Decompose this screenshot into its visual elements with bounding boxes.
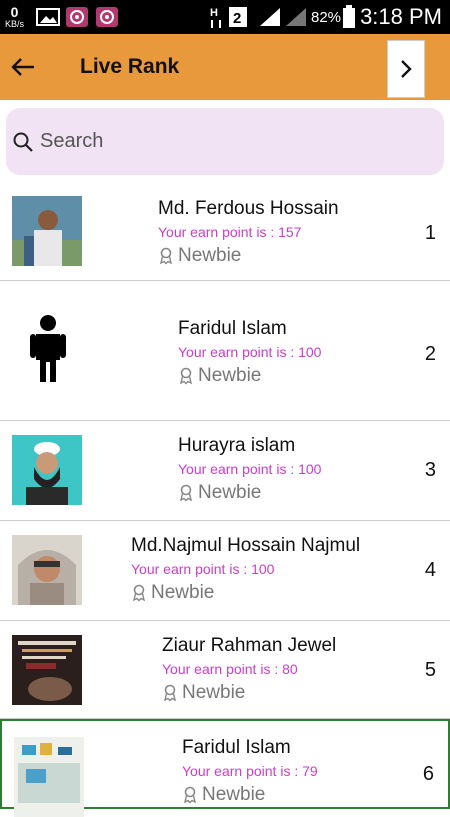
earn-points: Your earn point is : 100	[178, 344, 322, 360]
badge-icon	[163, 684, 177, 702]
search-placeholder: Search	[40, 130, 104, 152]
earn-points: Your earn point is : 157	[158, 224, 302, 240]
battery-icon	[342, 0, 356, 34]
battery-percent: 82%	[311, 8, 342, 26]
search-icon	[13, 132, 33, 152]
badge-icon	[179, 367, 193, 385]
avatar	[14, 312, 84, 382]
level-badge: Newbie	[131, 582, 214, 604]
level-badge: Newbie	[182, 784, 265, 806]
rank-row-4[interactable]: Md.Najmul Hossain Najmul Your earn point…	[0, 521, 450, 621]
avatar	[12, 196, 82, 266]
user-name: Ziaur Rahman Jewel	[162, 635, 337, 656]
user-name: Hurayra islam	[178, 435, 296, 456]
rank-row-2[interactable]: Faridul Islam Your earn point is : 100 N…	[0, 281, 450, 421]
rank-number: 3	[424, 459, 436, 481]
search-input[interactable]: Search	[6, 108, 444, 175]
user-name: Faridul Islam	[178, 318, 287, 339]
back-button[interactable]	[8, 48, 38, 86]
arrow-left-icon	[11, 58, 34, 76]
gallery-icon	[36, 0, 60, 34]
sim-2-icon: 2	[228, 0, 248, 34]
app-notification-icon-2	[96, 0, 118, 34]
page-title: Live Rank	[80, 55, 180, 78]
network-speed: 0 KB/s	[5, 0, 24, 34]
badge-icon	[159, 247, 173, 265]
hspa-icon: H	[208, 0, 224, 34]
rank-row-1[interactable]: Md. Ferdous Hossain Your earn point is :…	[0, 190, 450, 281]
network-speed-unit: KB/s	[5, 19, 25, 29]
rank-number: 5	[424, 659, 436, 681]
rank-number: 1	[424, 222, 436, 244]
signal-icon	[258, 0, 282, 34]
earn-points: Your earn point is : 100	[131, 561, 275, 577]
level-badge: Newbie	[178, 482, 261, 504]
avatar	[14, 737, 84, 817]
svg-text:H: H	[210, 7, 218, 19]
rank-number: 2	[424, 343, 436, 365]
signal-icon-2	[284, 0, 308, 34]
app-notification-icon	[66, 0, 88, 34]
rank-row-5[interactable]: Ziaur Rahman Jewel Your earn point is : …	[0, 621, 450, 719]
svg-text:2: 2	[233, 10, 241, 27]
level-label: Newbie	[178, 245, 242, 266]
rank-number: 4	[424, 559, 436, 581]
badge-icon	[132, 584, 146, 602]
user-name: Md.Najmul Hossain Najmul	[131, 535, 361, 556]
level-badge: Newbie	[178, 365, 261, 387]
level-label: Newbie	[182, 682, 246, 703]
avatar	[12, 635, 82, 705]
earn-points: Your earn point is : 79	[182, 763, 318, 779]
user-name: Faridul Islam	[182, 737, 291, 758]
rank-row-6[interactable]: Faridul Islam Your earn point is : 79 Ne…	[0, 719, 450, 817]
avatar	[12, 535, 82, 605]
earn-points: Your earn point is : 80	[162, 661, 298, 677]
level-label: Newbie	[198, 365, 262, 386]
badge-icon	[183, 786, 197, 804]
rank-number: 6	[422, 763, 434, 785]
level-badge: Newbie	[162, 682, 245, 704]
app-bar: Live Rank	[0, 34, 450, 100]
rank-row-3[interactable]: Hurayra islam Your earn point is : 100 N…	[0, 421, 450, 521]
status-bar: 0 KB/s H 2 82% 3:18 PM	[0, 0, 450, 34]
level-label: Newbie	[198, 482, 262, 503]
badge-icon	[179, 484, 193, 502]
chevron-right-icon	[401, 60, 412, 78]
level-badge: Newbie	[158, 245, 241, 267]
network-speed-value: 0	[10, 4, 19, 20]
next-button[interactable]	[387, 40, 425, 98]
level-label: Newbie	[151, 582, 215, 603]
level-label: Newbie	[202, 784, 266, 805]
clock: 3:18 PM	[360, 4, 442, 29]
earn-points: Your earn point is : 100	[178, 461, 322, 477]
avatar	[12, 435, 82, 505]
user-name: Md. Ferdous Hossain	[158, 198, 339, 219]
